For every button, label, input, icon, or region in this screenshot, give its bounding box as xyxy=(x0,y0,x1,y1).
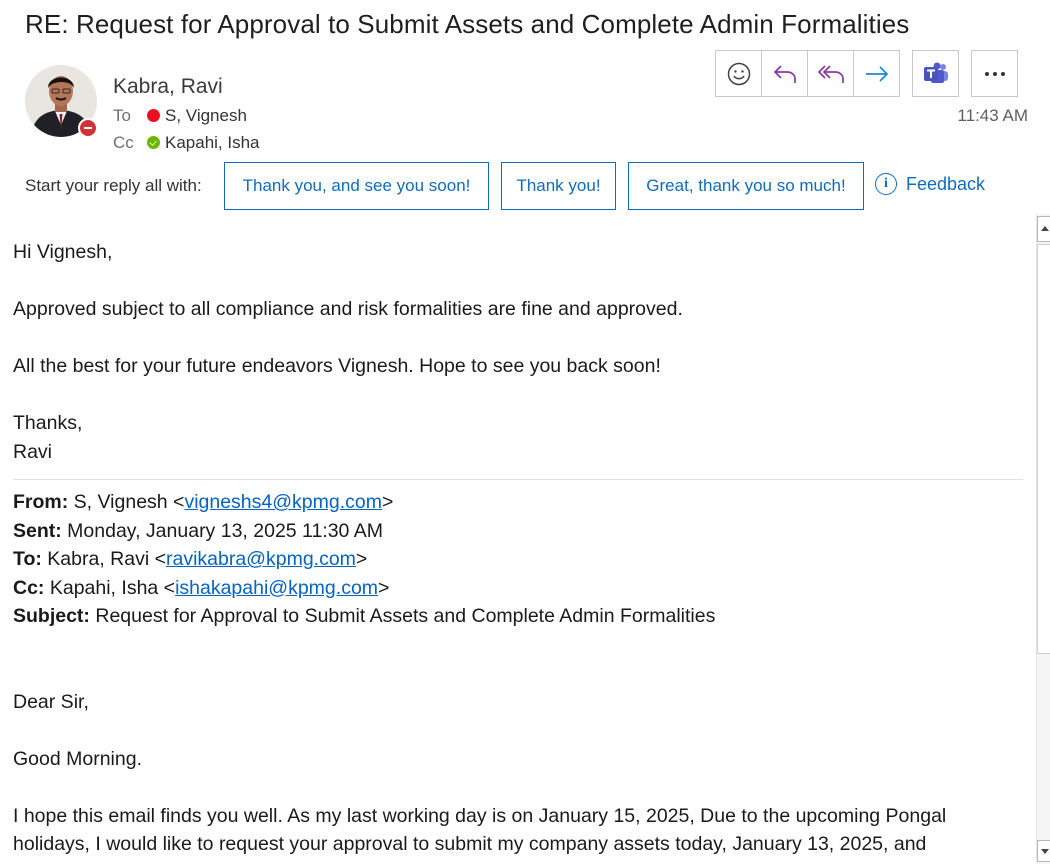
cc-row: Cc Kapahi, Isha xyxy=(113,133,260,153)
cc-email-link[interactable]: ishakapahi@kpmg.com xyxy=(175,577,378,599)
quoted-from: From: S, Vignesh <vigneshs4@kpmg.com> xyxy=(13,491,394,513)
to-recipient[interactable]: S, Vignesh xyxy=(165,106,247,125)
forward-icon xyxy=(865,65,888,82)
more-icon xyxy=(984,71,1005,76)
feedback-label: Feedback xyxy=(906,173,986,194)
suggested-reply-1[interactable]: Thank you, and see you soon! xyxy=(224,162,489,210)
quoted-header: From: S, Vignesh <vigneshs4@kpmg.com> Se… xyxy=(13,488,1023,631)
signoff: Thanks, xyxy=(13,412,83,434)
available-dot-icon xyxy=(147,136,160,149)
scrollbar-thumb[interactable] xyxy=(1037,244,1050,654)
to-row: To S, Vignesh xyxy=(113,106,247,126)
suggested-replies-label: Start your reply all with: xyxy=(25,176,202,195)
reply-all-button[interactable] xyxy=(807,50,854,97)
teams-button[interactable] xyxy=(912,50,959,97)
from-email-link[interactable]: vigneshs4@kpmg.com xyxy=(184,491,382,513)
quoted-morning: Good Morning. xyxy=(13,747,142,770)
scroll-down-arrow-icon[interactable] xyxy=(1037,840,1050,862)
quote-divider xyxy=(13,479,1023,480)
quoted-paragraph: I hope this email finds you well. As my … xyxy=(13,804,947,856)
signature: Ravi xyxy=(13,440,53,463)
sender-name[interactable]: Kabra, Ravi xyxy=(113,75,223,99)
received-time: 11:43 AM xyxy=(957,106,1028,125)
to-label: To xyxy=(113,106,131,125)
busy-dot-icon xyxy=(147,109,160,122)
forward-button[interactable] xyxy=(853,50,900,97)
quoted-to: To: Kabra, Ravi <ravikabra@kpmg.com> xyxy=(13,548,368,570)
more-actions-button[interactable] xyxy=(971,50,1018,97)
suggested-reply-3[interactable]: Great, thank you so much! xyxy=(628,162,864,210)
body-line-wishes: All the best for your future endeavors V… xyxy=(13,355,661,377)
busy-status-icon xyxy=(78,118,98,138)
to-email-link[interactable]: ravikabra@kpmg.com xyxy=(166,548,356,570)
cc-label: Cc xyxy=(113,133,134,152)
cc-recipient[interactable]: Kapahi, Isha xyxy=(165,133,260,152)
suggested-replies: Start your reply all with: Thank you, an… xyxy=(0,162,1050,210)
email-subject: RE: Request for Approval to Submit Asset… xyxy=(25,9,910,39)
quoted-sent: Sent: Monday, January 13, 2025 11:30 AM xyxy=(13,519,383,542)
feedback-link[interactable]: i Feedback xyxy=(875,173,985,195)
emoji-icon xyxy=(727,62,750,85)
reply-icon xyxy=(773,64,796,83)
scroll-up-arrow-icon[interactable] xyxy=(1037,216,1050,242)
message-body: Hi Vignesh, Approved subject to all comp… xyxy=(13,238,1023,859)
reply-button[interactable] xyxy=(761,50,808,97)
quoted-salutation: Dear Sir, xyxy=(13,690,89,713)
message-toolbar xyxy=(715,50,1018,98)
suggested-reply-2[interactable]: Thank you! xyxy=(501,162,616,210)
emoji-button[interactable] xyxy=(715,50,762,97)
teams-icon xyxy=(923,62,948,83)
quoted-cc: Cc: Kapahi, Isha <ishakapahi@kpmg.com> xyxy=(13,576,390,599)
vertical-scrollbar[interactable] xyxy=(1036,214,1050,864)
info-icon: i xyxy=(875,173,897,195)
quoted-subject: Subject: Request for Approval to Submit … xyxy=(13,605,716,627)
reply-all-icon xyxy=(817,64,844,83)
body-line-approval: Approved subject to all compliance and r… xyxy=(13,298,683,320)
greeting: Hi Vignesh, xyxy=(13,241,113,263)
